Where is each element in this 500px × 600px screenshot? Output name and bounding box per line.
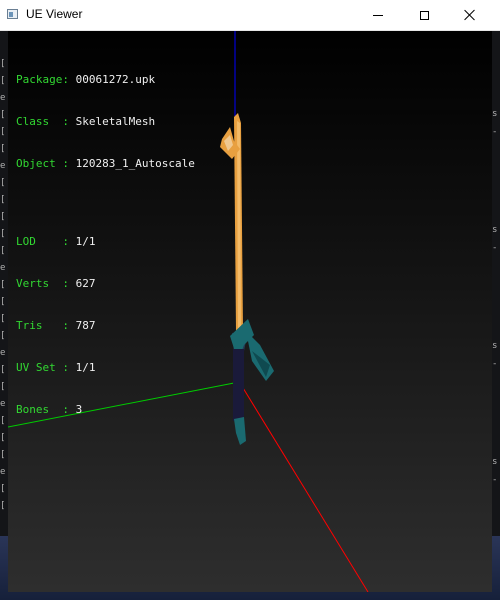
tris-value: 787 (75, 319, 96, 332)
close-button[interactable] (447, 0, 493, 30)
ue-viewer-window: UE Viewer Package: 00061272.upk Class: … (0, 0, 500, 600)
minimize-icon (373, 14, 383, 16)
title-bar[interactable]: UE Viewer (0, 0, 500, 31)
window-title: UE Viewer (26, 7, 83, 21)
object-value: 120283_1_Autoscale (75, 157, 195, 170)
object-label: Object : (16, 157, 69, 170)
sword-handle (233, 349, 244, 421)
handle-tassel (234, 417, 246, 445)
uvset-value: 1/1 (75, 361, 96, 374)
package-label: Package: (16, 73, 69, 86)
ribbon-right (246, 331, 274, 381)
lod-value: 1/1 (75, 235, 96, 248)
tris-label: Tris : (16, 319, 69, 332)
class-value: SkeletalMesh (75, 115, 156, 128)
verts-value: 627 (75, 277, 96, 290)
uvset-label: UV Set : (16, 361, 69, 374)
package-value: 00061272.upk (75, 73, 156, 86)
app-icon (7, 9, 18, 19)
maximize-button[interactable] (401, 0, 447, 30)
class-label: Class : (16, 115, 69, 128)
lod-label: LOD : (16, 235, 69, 248)
mesh-info-overlay: Package: 00061272.upk Class : SkeletalMe… (16, 45, 195, 445)
verts-label: Verts : (16, 277, 69, 290)
bones-label: Bones : (16, 403, 69, 416)
3d-viewport[interactable]: Package: 00061272.upk Class : SkeletalMe… (8, 31, 492, 592)
close-icon (464, 9, 476, 21)
bones-value: 3 (75, 403, 83, 416)
minimize-button[interactable] (355, 0, 401, 30)
x-axis-line (239, 382, 369, 592)
maximize-icon (419, 10, 429, 20)
